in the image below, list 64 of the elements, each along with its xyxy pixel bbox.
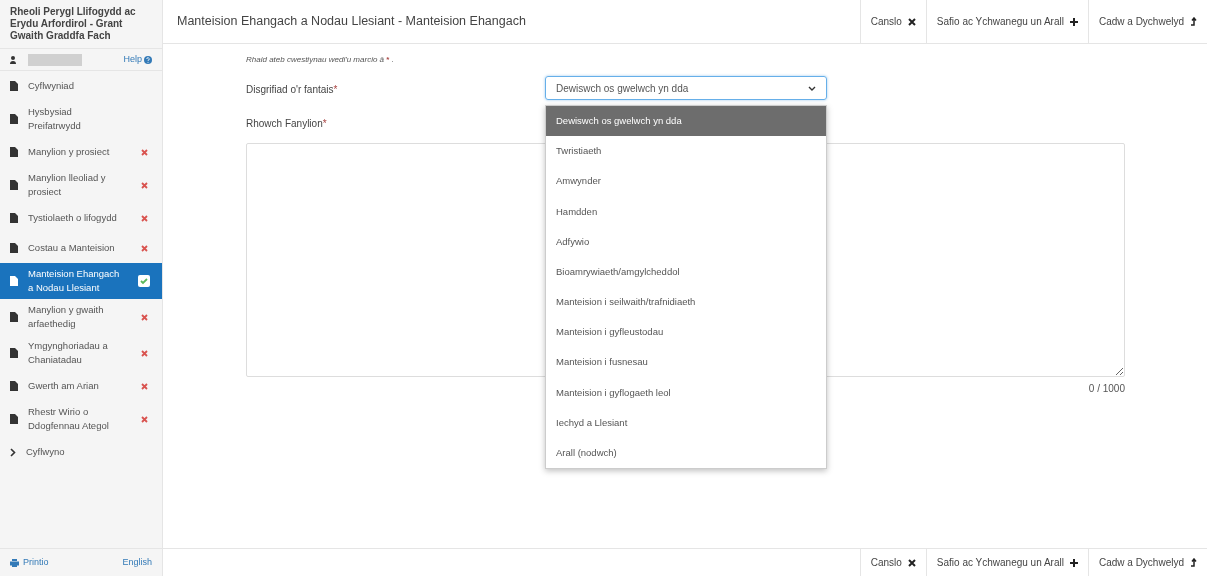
document-icon — [10, 243, 18, 253]
dropdown-option[interactable]: Twristiaeth — [546, 136, 826, 167]
action-button[interactable]: Safio ac Ychwanegu un Arall — [925, 549, 1088, 576]
dropdown-option[interactable]: Manteision i fusnesau — [546, 347, 826, 378]
printer-icon — [10, 558, 19, 567]
document-icon — [10, 414, 18, 424]
details-textarea[interactable] — [246, 143, 1125, 377]
close-icon — [907, 558, 916, 567]
sidebar-item[interactable]: Cyflwyniad — [0, 71, 162, 101]
sidebar-item[interactable]: Gwerth am Arian — [0, 371, 162, 401]
sidebar-item[interactable]: Manylion lleoliad y prosiect — [0, 167, 162, 203]
plus-icon — [1069, 558, 1078, 567]
dropdown-option[interactable]: Amwynder — [546, 166, 826, 197]
dropdown-option[interactable]: Bioamrywiaeth/amgylcheddol — [546, 256, 826, 288]
help-link[interactable]: Help — [123, 52, 152, 67]
action-button[interactable]: Safio ac Ychwanegu un Arall — [925, 0, 1088, 43]
sidebar-item[interactable]: Manteision Ehangach a Nodau Llesiant — [0, 263, 162, 299]
document-icon — [10, 381, 18, 391]
character-counter: 0 / 1000 — [1088, 382, 1125, 396]
sidebar-item[interactable]: Manylion y gwaith arfaethedig — [0, 299, 162, 335]
dropdown-option[interactable]: Manteision i gyflogaeth leol — [546, 377, 826, 408]
question-icon — [144, 55, 152, 64]
sidebar-item[interactable]: Cyflwyno — [0, 437, 162, 467]
document-icon — [10, 276, 18, 286]
sidebar-item[interactable]: Costau a Manteision — [0, 233, 162, 263]
close-icon — [907, 17, 916, 26]
document-icon — [10, 180, 18, 190]
field-label: Disgrifiad o'r fantais* — [246, 84, 338, 95]
document-icon — [10, 348, 18, 358]
document-icon — [10, 147, 18, 157]
action-button[interactable]: Cadw a Dychwelyd — [1087, 0, 1207, 43]
action-button[interactable]: Cadw a Dychwelyd — [1087, 549, 1207, 576]
sidebar-item[interactable]: Hysbysiad Preifatrwydd — [0, 101, 162, 137]
dropdown-option[interactable]: Hamdden — [546, 196, 826, 227]
user-icon — [10, 55, 16, 64]
sidebar-item[interactable]: Rhestr Wirio o Ddogfennau Ategol — [0, 401, 162, 437]
dropdown-option[interactable]: Adfywio — [546, 226, 826, 257]
redacted-name-block — [28, 53, 82, 66]
plus-icon — [1069, 17, 1078, 26]
sidebar-title: Rheoli Perygl Llifogydd ac Erydu Arfordirol - Grant Gwaith Graddfa Fach — [0, 0, 162, 49]
action-button[interactable]: Canslo — [859, 549, 926, 576]
field-label: Rhowch Fanylion* — [246, 117, 327, 131]
sidebar-item[interactable]: Tystiolaeth o lifogydd — [0, 203, 162, 233]
dropdown-option[interactable]: Manteision i seilwaith/trafnidiaeth — [546, 287, 826, 318]
required-note: Rhaid ateb cwestiynau wedi'u marcio â * . — [246, 54, 395, 66]
chevron-down-icon — [808, 85, 816, 91]
document-icon — [10, 81, 18, 91]
dropdown-option[interactable]: Iechyd a Llesiant — [546, 407, 826, 439]
return-arrow-icon — [1190, 17, 1197, 26]
dropdown-option[interactable]: Manteision i gyfleustodau — [546, 317, 826, 348]
chevron-right-icon — [10, 447, 16, 457]
document-icon — [10, 213, 18, 223]
benefit-select[interactable]: Dewiswch os gwelwch yn dda — [545, 76, 827, 100]
return-arrow-icon — [1190, 558, 1197, 567]
language-link[interactable]: English — [122, 555, 152, 570]
page-title: Manteision Ehangach a Nodau Llesiant - Manteision Ehangach — [176, 13, 527, 31]
action-button[interactable]: Canslo — [859, 0, 926, 43]
print-link[interactable]: Printio — [10, 555, 49, 570]
document-icon — [10, 114, 18, 124]
dropdown-option[interactable]: Arall (nodwch) — [546, 438, 826, 469]
document-icon — [10, 312, 18, 322]
sidebar-item[interactable]: Manylion y prosiect — [0, 137, 162, 167]
sidebar-item[interactable]: Ymgynghoriadau a Chaniatadau — [0, 335, 162, 371]
dropdown-option[interactable]: Dewiswch os gwelwch yn dda — [546, 106, 826, 137]
